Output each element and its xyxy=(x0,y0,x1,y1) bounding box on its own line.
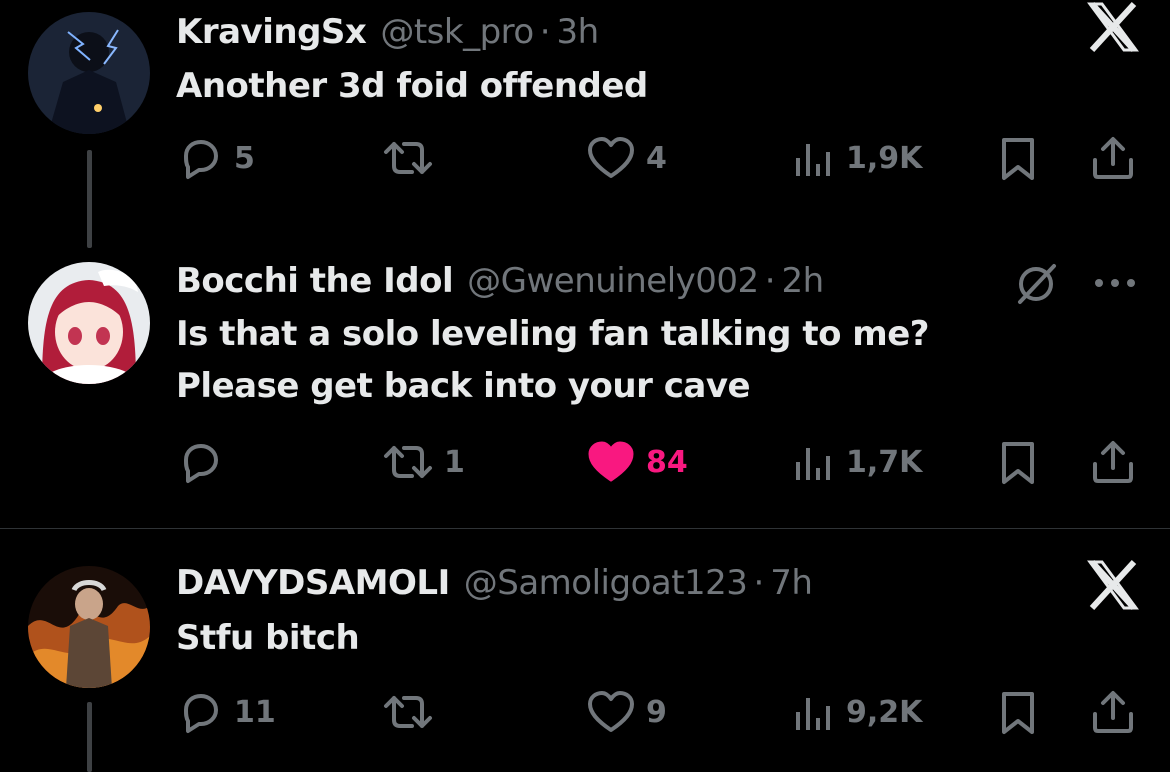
divider xyxy=(0,528,1170,529)
timestamp[interactable]: 2h xyxy=(782,261,825,301)
separator-dot: · xyxy=(764,261,776,301)
reply-button[interactable]: 11 xyxy=(176,688,276,736)
display-name[interactable]: Bocchi the Idol xyxy=(176,261,454,301)
display-name[interactable]: KravingSx xyxy=(176,12,367,52)
share-button[interactable] xyxy=(1088,134,1138,182)
reply-button[interactable]: 5 xyxy=(176,134,255,182)
tweet: DAVYDSAMOLI @Samoligoat123 · 7h Stfu bit… xyxy=(0,555,1170,772)
heart-icon xyxy=(588,137,634,178)
more-options-icon[interactable] xyxy=(1090,258,1140,312)
views-button[interactable]: 9,2K xyxy=(792,688,922,736)
retweet-button[interactable] xyxy=(382,688,444,736)
tweet: Bocchi the Idol @Gwenuinely002 · 2h Is t… xyxy=(0,256,1170,528)
reply-count: 5 xyxy=(234,140,255,176)
heart-filled-icon xyxy=(588,441,634,482)
avatar[interactable] xyxy=(28,262,150,384)
tweet-text-line: Stfu bitch xyxy=(176,618,360,658)
views-button[interactable]: 1,7K xyxy=(792,438,922,486)
views-icon xyxy=(796,448,830,480)
like-button[interactable]: 9 xyxy=(586,688,667,736)
avatar[interactable] xyxy=(28,566,150,688)
share-button[interactable] xyxy=(1088,688,1138,736)
tweet-text-line: Please get back into your cave xyxy=(176,366,751,406)
bookmark-button[interactable] xyxy=(996,688,1040,736)
retweet-icon xyxy=(384,142,432,174)
timestamp[interactable]: 3h xyxy=(557,12,600,52)
tweet-header: Bocchi the Idol @Gwenuinely002 · 2h xyxy=(176,253,824,309)
separator-dot: · xyxy=(539,12,551,52)
tweet: KravingSx @tsk_pro · 3h Another 3d foid … xyxy=(0,0,1170,250)
tweet-header: KravingSx @tsk_pro · 3h xyxy=(176,4,599,60)
retweet-icon xyxy=(384,446,432,478)
views-icon xyxy=(796,144,830,176)
tweet-actions: 1 84 1,7K xyxy=(0,438,1170,486)
tweet-actions: 5 4 1,9K xyxy=(0,134,1170,182)
tweet-text: Stfu bitch xyxy=(176,612,360,664)
bookmark-button[interactable] xyxy=(996,134,1040,182)
retweet-button[interactable] xyxy=(382,134,444,182)
share-button[interactable] xyxy=(1088,438,1138,486)
tweet-text: Another 3d foid offended xyxy=(176,60,648,112)
share-icon xyxy=(1093,691,1133,733)
tweet-text: Is that a solo leveling fan talking to m… xyxy=(176,308,930,412)
reply-icon xyxy=(184,444,218,483)
share-icon xyxy=(1093,137,1133,179)
views-button[interactable]: 1,9K xyxy=(792,134,922,182)
reply-button[interactable] xyxy=(176,438,234,486)
tweet-text-line: Is that a solo leveling fan talking to m… xyxy=(176,314,930,354)
tweet-text-line: Another 3d foid offended xyxy=(176,66,648,106)
reply-icon xyxy=(184,140,218,179)
avatar[interactable] xyxy=(28,12,150,134)
like-button[interactable]: 4 xyxy=(586,134,667,182)
tweet-header: DAVYDSAMOLI @Samoligoat123 · 7h xyxy=(176,555,813,611)
user-handle[interactable]: @Samoligoat123 xyxy=(464,563,748,603)
x-logo-icon[interactable] xyxy=(1086,558,1140,625)
reply-icon xyxy=(184,694,218,733)
view-count: 9,2K xyxy=(846,694,923,730)
tweet-actions: 11 9 9,2K xyxy=(0,688,1170,736)
share-icon xyxy=(1093,441,1133,483)
view-count: 1,7K xyxy=(846,444,923,480)
retweet-icon xyxy=(384,696,432,728)
like-count: 84 xyxy=(646,444,688,480)
heart-icon xyxy=(588,691,634,732)
reply-count: 11 xyxy=(234,694,276,730)
separator-dot: · xyxy=(753,563,765,603)
display-name[interactable]: DAVYDSAMOLI xyxy=(176,563,450,603)
bookmark-icon xyxy=(1002,442,1034,484)
view-count: 1,9K xyxy=(846,140,923,176)
retweet-count: 1 xyxy=(444,444,465,480)
user-handle[interactable]: @Gwenuinely002 xyxy=(467,261,759,301)
retweet-button[interactable]: 1 xyxy=(382,438,465,486)
views-icon xyxy=(796,698,830,730)
grok-icon[interactable] xyxy=(1012,258,1062,312)
like-count: 4 xyxy=(646,140,667,176)
bookmark-icon xyxy=(1002,692,1034,734)
x-logo-icon[interactable] xyxy=(1086,0,1140,67)
like-button[interactable]: 84 xyxy=(586,438,688,486)
user-handle[interactable]: @tsk_pro xyxy=(380,12,534,52)
bookmark-button[interactable] xyxy=(996,438,1040,486)
timestamp[interactable]: 7h xyxy=(770,563,813,603)
bookmark-icon xyxy=(1002,138,1034,180)
like-count: 9 xyxy=(646,694,667,730)
